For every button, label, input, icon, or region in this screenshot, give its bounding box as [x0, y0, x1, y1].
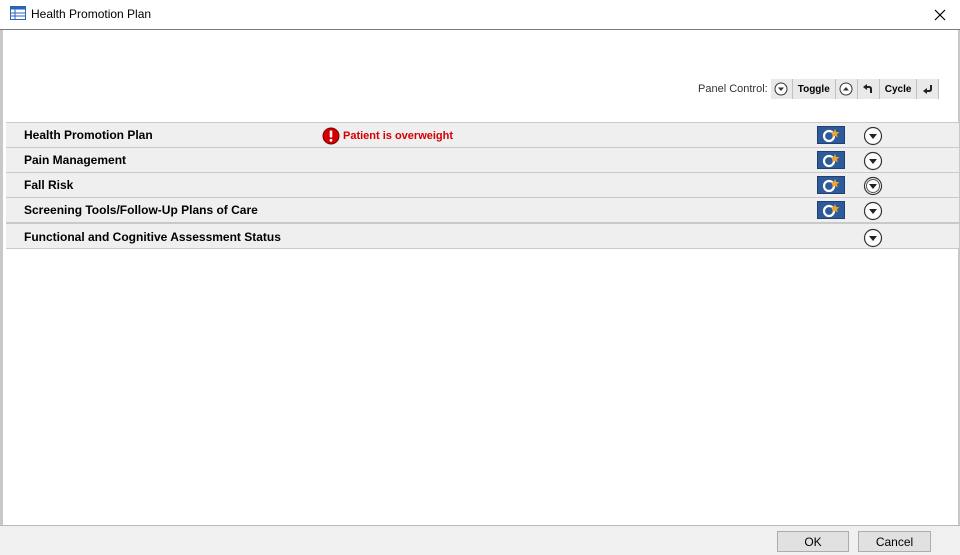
expand-section-icon[interactable]	[863, 176, 883, 196]
section-fall-risk[interactable]: Fall Risk	[6, 172, 959, 197]
section-title: Functional and Cognitive Assessment Stat…	[24, 230, 281, 244]
cycle-button[interactable]: Cycle	[879, 79, 918, 99]
cycle-forward-button[interactable]	[917, 79, 940, 99]
close-icon	[934, 9, 946, 20]
expand-all-button[interactable]	[770, 79, 793, 99]
ok-button[interactable]: OK	[777, 531, 849, 552]
section-title: Health Promotion Plan	[24, 128, 153, 142]
section-title: Fall Risk	[24, 178, 74, 192]
expand-section-icon[interactable]	[863, 126, 883, 146]
cycle-forward-icon	[922, 85, 932, 94]
window-title: Health Promotion Plan	[31, 7, 152, 21]
overweight-alert: Patient is overweight	[322, 127, 453, 145]
alert-text: Patient is overweight	[343, 130, 454, 142]
expand-section-icon[interactable]	[863, 228, 883, 248]
section-screening-tools[interactable]: Screening Tools/Follow-Up Plans of Care	[6, 197, 959, 222]
section-functional-cognitive-status[interactable]: Functional and Cognitive Assessment Stat…	[6, 222, 959, 249]
expand-section-icon[interactable]	[863, 151, 883, 171]
close-button[interactable]	[920, 0, 960, 29]
dialog-footer: OK Cancel	[0, 525, 960, 555]
section-pain-management[interactable]: Pain Management	[6, 147, 959, 172]
cancel-button[interactable]: Cancel	[858, 531, 931, 552]
launch-button[interactable]	[817, 151, 845, 169]
launch-icon	[822, 129, 840, 143]
launch-button[interactable]	[817, 201, 845, 219]
cycle-back-icon	[863, 84, 873, 93]
launch-icon	[822, 154, 840, 168]
section-title: Screening Tools/Follow-Up Plans of Care	[24, 203, 258, 217]
table-icon	[10, 6, 26, 20]
launch-button[interactable]	[817, 176, 845, 194]
collapse-all-icon	[839, 82, 853, 96]
panel-control: Panel Control: Toggle Cycle	[698, 79, 940, 99]
warning-icon	[322, 127, 340, 145]
panel-control-label: Panel Control:	[698, 83, 768, 95]
sections-list: Health Promotion Plan Patient is overwei…	[6, 122, 959, 249]
window-frame-left	[0, 30, 3, 525]
expand-section-icon[interactable]	[863, 201, 883, 221]
section-health-promotion-plan[interactable]: Health Promotion Plan Patient is overwei…	[6, 122, 959, 147]
collapse-all-button[interactable]	[835, 79, 858, 99]
toggle-button[interactable]: Toggle	[792, 79, 836, 99]
launch-icon	[822, 179, 840, 193]
launch-button[interactable]	[817, 126, 845, 144]
expand-all-icon	[774, 82, 788, 96]
launch-icon	[822, 204, 840, 218]
cycle-back-button[interactable]	[857, 79, 880, 99]
title-bar: Health Promotion Plan	[0, 0, 960, 30]
section-title: Pain Management	[24, 153, 127, 167]
